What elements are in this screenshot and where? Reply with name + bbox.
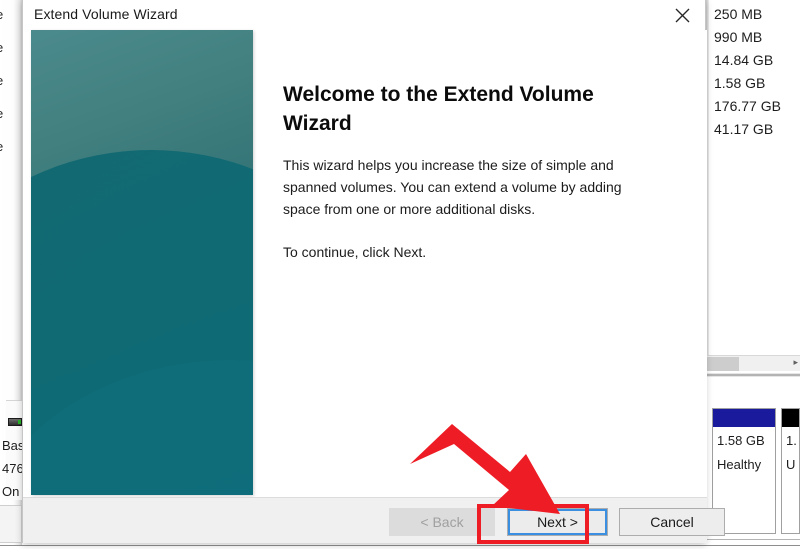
description-text: This wizard helps you increase the size …: [283, 157, 622, 217]
partition-status: Healthy: [717, 457, 762, 472]
volume-size-value: 250 MB: [714, 6, 763, 22]
partition-header-bar: [713, 409, 775, 427]
continue-text: To continue, click Next.: [283, 244, 427, 260]
background-text-fragment: e: [0, 107, 3, 120]
partition-size: 1.: [786, 433, 797, 448]
volume-size-value: 14.84 GB: [714, 52, 774, 68]
background-text-fragment: e: [0, 140, 3, 153]
partition-size: 1.58 GB: [717, 433, 765, 448]
horizontal-scrollbar[interactable]: ▸: [706, 355, 800, 371]
background-text-fragment: e: [0, 8, 3, 21]
background-text-fragment: e: [0, 74, 3, 87]
dialog-footer: < Back Next > Cancel: [23, 497, 725, 543]
volume-size-value: 990 MB: [714, 29, 763, 45]
back-button: < Back: [389, 508, 495, 536]
background-text-fragment: e: [0, 41, 3, 54]
screenshot-root: e e e e e Bas 476 On 250 MB 990 MB 14.84…: [0, 0, 800, 549]
volume-size-value: 176.77 GB: [714, 98, 781, 114]
background-lower-panel: [0, 505, 22, 543]
background-disk-capacity: 476: [2, 461, 24, 476]
partition-block[interactable]: 1. U: [781, 408, 800, 534]
chevron-right-icon[interactable]: ▸: [793, 357, 798, 368]
volume-size-value: 41.17 GB: [714, 121, 774, 137]
dialog-title: Extend Volume Wizard: [34, 6, 178, 22]
dialog-content: Welcome to the Extend Volume Wizard This…: [261, 30, 691, 495]
partition-header-bar: [782, 409, 799, 427]
dialog-body: Welcome to the Extend Volume Wizard This…: [23, 30, 707, 497]
partition-status: U: [786, 457, 796, 472]
cancel-button[interactable]: Cancel: [619, 508, 725, 536]
scrollbar-thumb[interactable]: [706, 357, 739, 371]
volume-size-value: 1.58 GB: [714, 75, 766, 91]
background-disk-status: On: [2, 484, 20, 499]
volume-size-list: 250 MB 990 MB 14.84 GB 1.58 GB 176.77 GB…: [714, 3, 781, 141]
next-button[interactable]: Next >: [507, 508, 608, 536]
dialog-titlebar[interactable]: Extend Volume Wizard: [23, 0, 705, 30]
close-icon: [675, 8, 690, 23]
disk-status-led-icon: [18, 420, 21, 424]
extend-volume-wizard-dialog: Extend Volume Wizard Welcome to the Exte…: [22, 0, 725, 543]
background-panel-separator: [706, 373, 800, 377]
wizard-banner-image: [31, 30, 253, 495]
background-footer-line: [0, 545, 800, 549]
page-title: Welcome to the Extend Volume Wizard: [283, 83, 594, 135]
close-button[interactable]: [659, 0, 705, 30]
